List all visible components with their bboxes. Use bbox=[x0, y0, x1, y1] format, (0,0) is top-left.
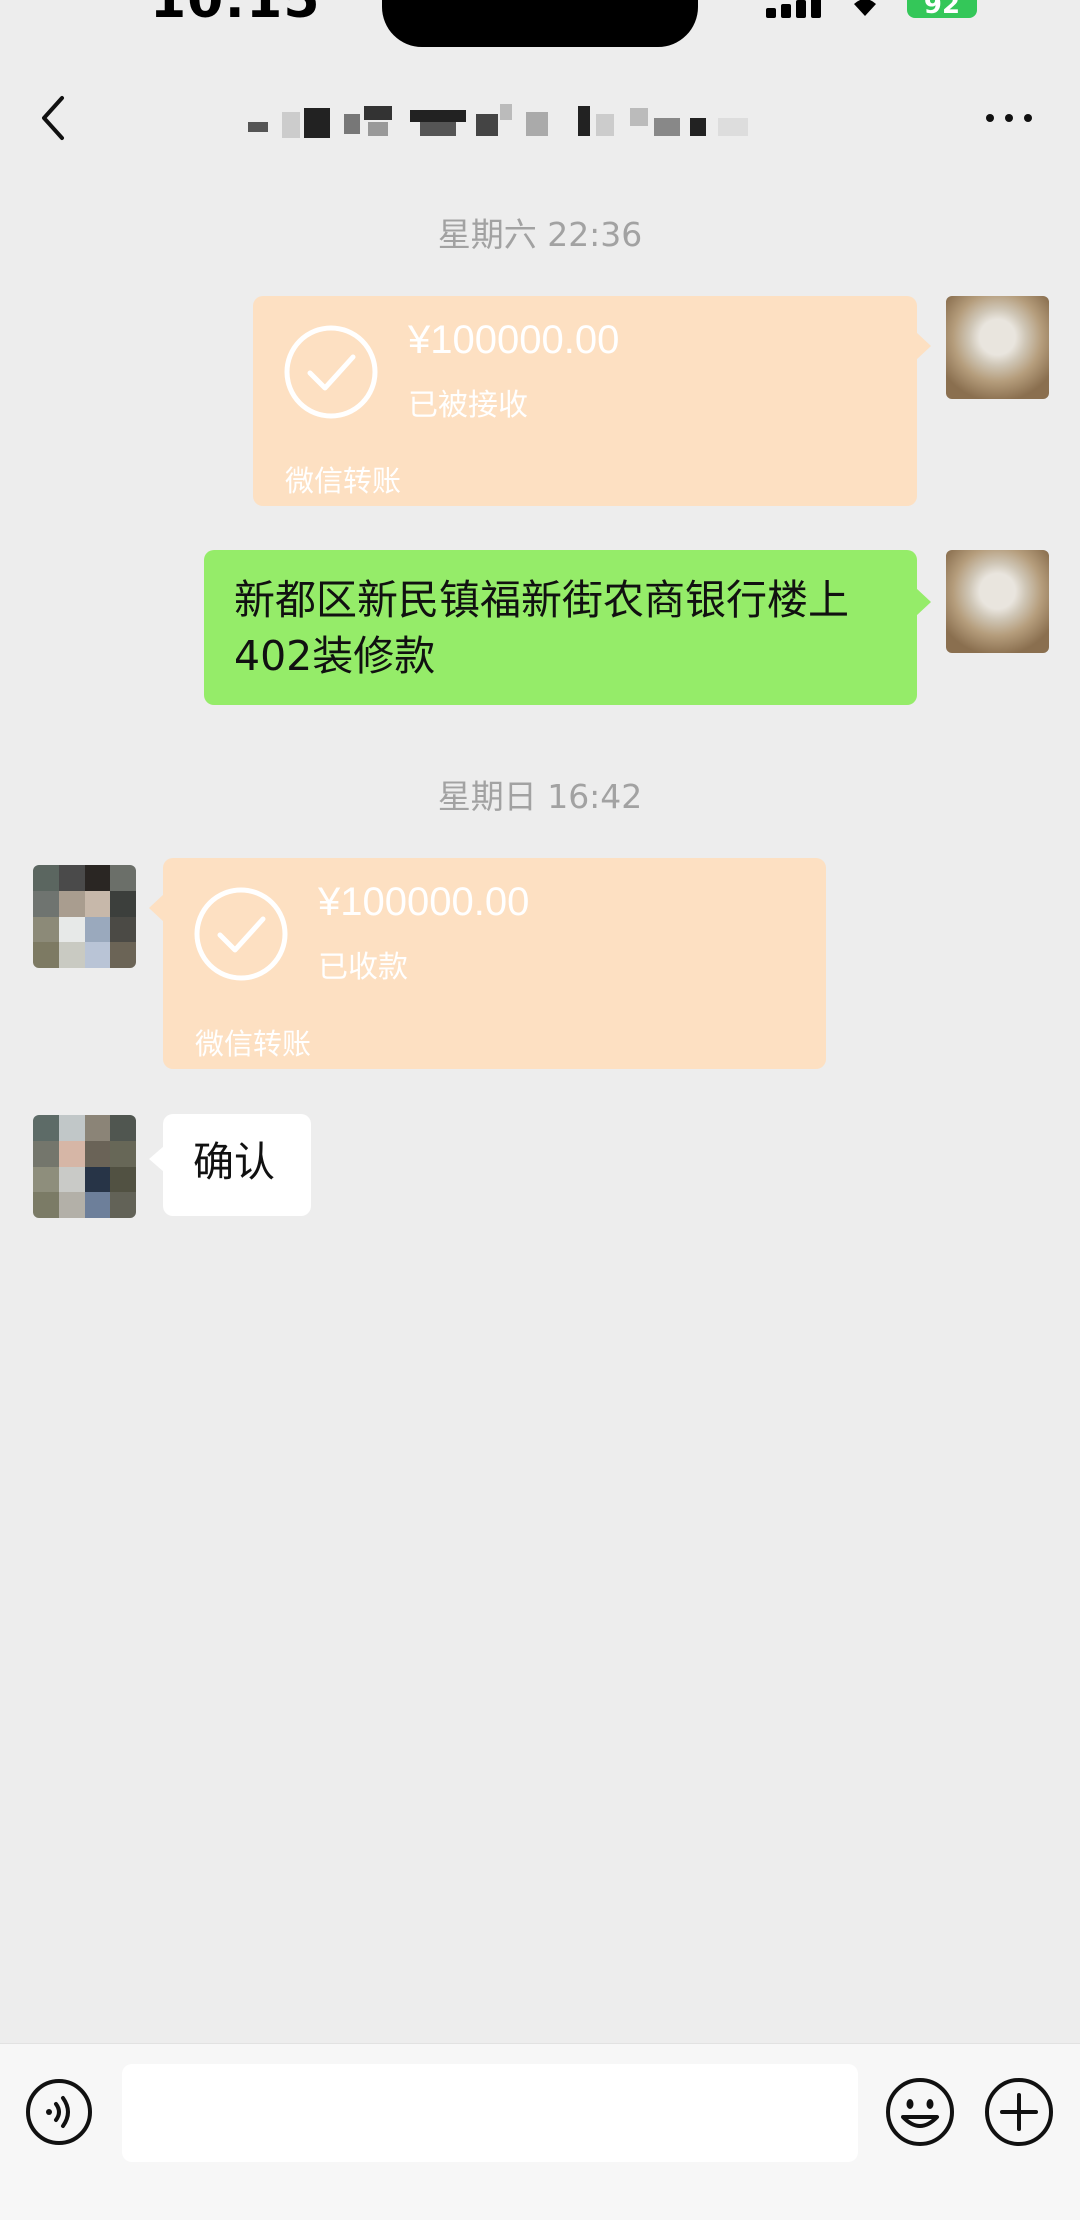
transfer-card-sent[interactable]: ¥100000.00 已被接收 微信转账 bbox=[253, 296, 931, 506]
message-text-line: 402装修款 bbox=[234, 632, 436, 680]
more-options-button[interactable] bbox=[978, 98, 1040, 138]
emoji-icon bbox=[886, 2078, 954, 2146]
sent-text-bubble[interactable]: 新都区新民镇福新街农商银行楼上 402装修款 bbox=[204, 550, 931, 705]
dynamic-island bbox=[382, 0, 698, 47]
check-circle-icon bbox=[194, 887, 288, 981]
contact-avatar[interactable] bbox=[33, 865, 136, 968]
status-time: 10:15 bbox=[150, 0, 321, 30]
transfer-brand-label: 微信转账 bbox=[285, 464, 402, 498]
voice-icon bbox=[26, 2079, 92, 2145]
chat-title-redacted bbox=[240, 92, 840, 152]
transfer-status: 已被接收 bbox=[408, 388, 528, 423]
voice-input-button[interactable] bbox=[25, 2078, 93, 2146]
more-functions-button[interactable] bbox=[984, 2077, 1054, 2147]
transfer-amount: ¥100000.00 bbox=[408, 318, 620, 362]
battery-indicator: 92 bbox=[907, 0, 977, 20]
chevron-left-icon bbox=[42, 96, 64, 140]
emoji-button[interactable] bbox=[885, 2077, 955, 2147]
my-avatar[interactable] bbox=[946, 296, 1049, 399]
message-timestamp: 星期六 22:36 bbox=[437, 215, 643, 254]
transfer-card-received[interactable]: ¥100000.00 已收款 微信转账 bbox=[149, 858, 826, 1069]
transfer-status: 已收款 bbox=[318, 950, 408, 985]
more-icon bbox=[986, 114, 1032, 122]
check-circle-icon bbox=[284, 325, 378, 419]
transfer-brand-label: 微信转账 bbox=[195, 1027, 312, 1061]
signal-icon bbox=[766, 0, 822, 18]
contact-avatar[interactable] bbox=[33, 1115, 136, 1218]
message-text: 确认 bbox=[193, 1138, 275, 1186]
message-input[interactable] bbox=[122, 2064, 858, 2162]
message-text-line: 新都区新民镇福新街农商银行楼上 bbox=[234, 576, 849, 624]
transfer-amount: ¥100000.00 bbox=[318, 880, 530, 924]
plus-icon bbox=[985, 2078, 1053, 2146]
received-text-bubble[interactable]: 确认 bbox=[149, 1114, 311, 1216]
message-timestamp: 星期日 16:42 bbox=[437, 777, 643, 816]
my-avatar[interactable] bbox=[946, 550, 1049, 653]
back-button[interactable] bbox=[28, 80, 88, 150]
wifi-icon bbox=[846, 0, 884, 16]
